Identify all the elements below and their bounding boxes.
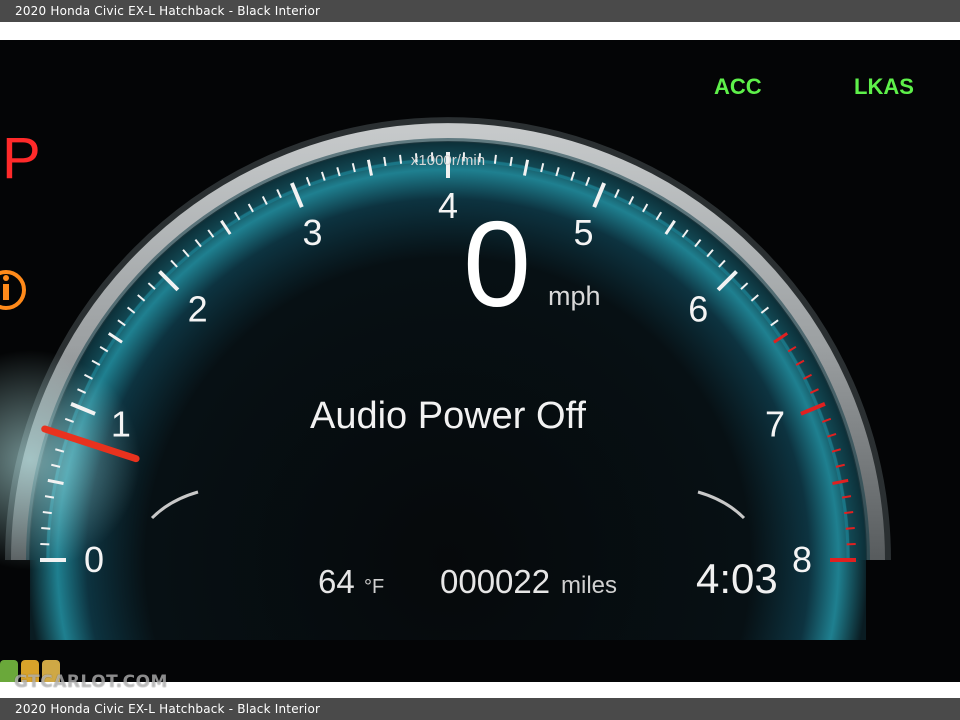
caption-bottom: 2020 Honda Civic EX-L Hatchback - Black … xyxy=(0,698,960,720)
rpm-unit-label: x1000r/min xyxy=(411,152,485,169)
tach-tick xyxy=(845,526,855,530)
tach-label: 3 xyxy=(303,212,323,253)
tach-tick xyxy=(41,526,51,530)
tach-tick xyxy=(841,495,852,499)
tach-tick xyxy=(844,511,854,515)
instrument-cluster: 0 1 2 3 4 5 6 7 8 x1000r/min 0 mph Audio Power O… xyxy=(0,40,960,682)
instrument-cluster-photo: 0 1 2 3 4 5 6 7 8 x1000r/min 0 mph Audio Power O… xyxy=(0,40,960,682)
odometer-unit: miles xyxy=(561,572,617,599)
tach-label: 8 xyxy=(792,539,812,580)
tach-tick xyxy=(493,154,497,164)
tach-tick xyxy=(42,511,52,515)
lkas-indicator: LKAS xyxy=(854,74,914,99)
tach-label: 2 xyxy=(188,289,208,330)
speed-value: 0 xyxy=(463,196,531,332)
acc-indicator: ACC xyxy=(714,74,762,99)
outside-temperature: 64 xyxy=(318,563,355,600)
odometer-value: 000022 xyxy=(440,563,550,600)
speed-unit: mph xyxy=(548,281,601,311)
tach-tick xyxy=(509,156,513,167)
gear-indicator: P xyxy=(2,126,41,191)
caption-top: 2020 Honda Civic EX-L Hatchback - Black … xyxy=(0,0,960,22)
tach-tick xyxy=(44,495,55,499)
tach-label: 4 xyxy=(438,185,458,226)
tach-label: 7 xyxy=(765,404,785,445)
temperature-unit: °F xyxy=(364,576,384,598)
audio-power-message: Audio Power Off xyxy=(310,395,586,437)
clock: 4:03 xyxy=(696,555,778,602)
tach-label: 0 xyxy=(84,539,104,580)
tach-label: 6 xyxy=(688,289,708,330)
tach-tick xyxy=(383,156,387,167)
watermark: GTCARLOT.COM xyxy=(14,672,168,692)
tach-label: 1 xyxy=(111,404,131,445)
tach-tick xyxy=(399,154,403,164)
tach-label: 5 xyxy=(573,212,593,253)
